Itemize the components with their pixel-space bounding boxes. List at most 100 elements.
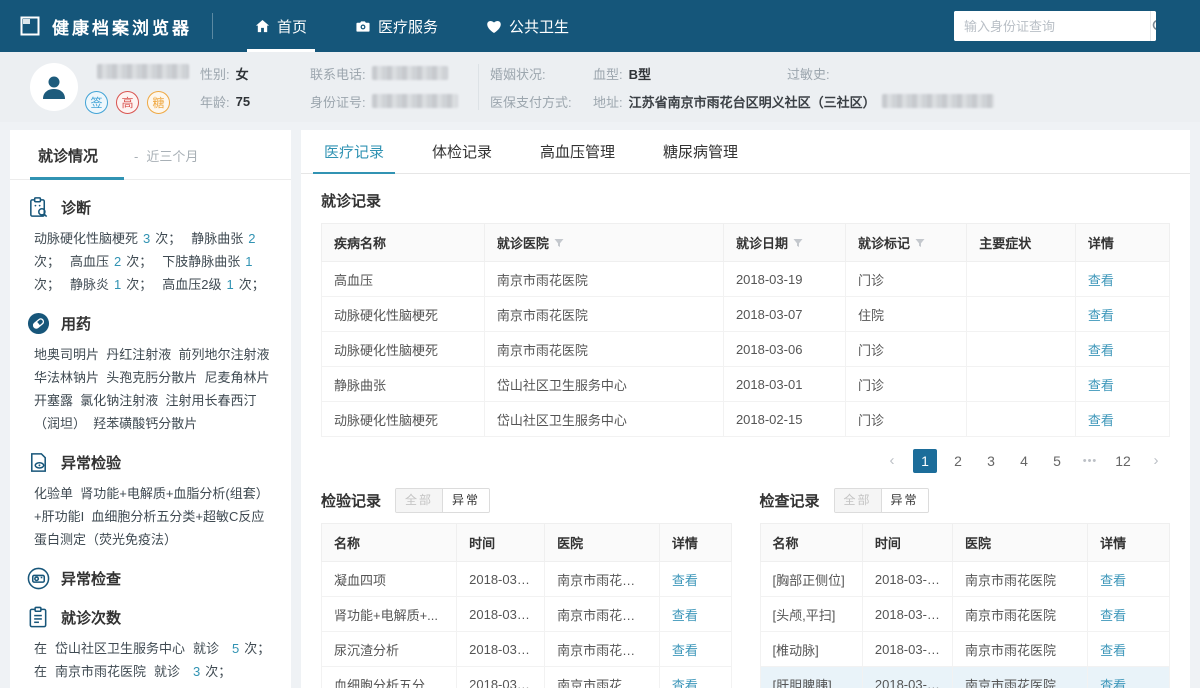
medication-summary: 地奥司明片 丹红注射液 前列地尔注射液 华法林钠片 头孢克肟分散片 尼麦角林片 … [34, 347, 277, 431]
filter-icon[interactable] [793, 238, 803, 248]
view-link[interactable]: 查看 [1100, 643, 1126, 658]
medication-icon [26, 311, 50, 335]
heart-icon [486, 19, 502, 34]
table-cell: 2018-03-08 [861, 666, 953, 688]
table-cell: [头颅,平扫] [759, 596, 863, 632]
diagnosis-suffix: 次； [126, 277, 153, 292]
view-link[interactable]: 查看 [1088, 413, 1114, 428]
table-cell: 查看 [1087, 596, 1170, 632]
nav-item-label: 医疗服务 [378, 18, 439, 36]
records-content: 就诊记录 疾病名称 就诊医院 就诊日期 就诊标记 主要症状 详情 高血压 南京市雨花医院 20… [301, 190, 1190, 688]
pagination-page-5[interactable]: 5 [1045, 449, 1069, 473]
search-box [954, 11, 1156, 41]
record-tabs: 医疗记录 体检记录 高血压管理 糖尿病管理 [301, 130, 1190, 174]
visit-count-icon [26, 605, 50, 629]
visit-overview-panel: 就诊情况 - 近三个月 诊断 动脉硬化性脑梗死 3 次； 静脉曲张 2 次； 高血压 2 次； 下肢静… [10, 130, 291, 688]
view-link[interactable]: 查看 [1088, 308, 1114, 323]
view-link[interactable]: 查看 [1088, 343, 1114, 358]
table-cell: 2018-03-19 [722, 261, 847, 297]
tab-diabetes-mgmt[interactable]: 糖尿病管理 [660, 130, 741, 173]
lab-filter-all[interactable]: 全部 [396, 489, 443, 512]
lab-records-table: 名称 时间 医院 详情 凝血四项 2018-03-07 南京市雨花医院 查看 肾功能+电解质+… [320, 523, 732, 688]
section-abnormal-exam: 异常检查 [10, 566, 291, 590]
exam-filter-all[interactable]: 全部 [834, 489, 881, 512]
lab-table-header: 名称 时间 医院 详情 [320, 523, 732, 562]
nav-item-public-health[interactable]: 公共卫生 [482, 0, 573, 52]
table-cell: 南京市雨花医院 [951, 561, 1089, 597]
table-row: [椎动脉] 2018-03-08 南京市雨花医院 查看 [759, 631, 1170, 667]
pagination-page-12[interactable]: 12 [1111, 449, 1135, 473]
table-cell: 查看 [1074, 366, 1171, 402]
table-cell: 查看 [1087, 666, 1170, 688]
view-link[interactable]: 查看 [1100, 573, 1126, 588]
table-cell: 2018-02-15 [722, 401, 847, 437]
medical-icon [355, 19, 371, 34]
section-visit-count: 就诊次数 在岱山社区卫生服务中心 就诊 5 次；在南京市雨花医院 就诊 3 次； [10, 605, 291, 683]
field-address: 地址: 江苏省南京市雨花台区明义社区（三社区） [593, 92, 994, 111]
tab-visit-overview[interactable]: 就诊情况 [30, 145, 125, 180]
view-link[interactable]: 查看 [672, 573, 698, 588]
table-cell [966, 296, 1076, 332]
filter-icon[interactable] [554, 238, 564, 248]
patient-info-bar: 签高糖 性别: 女 联系电话: 婚姻状况: 血型: B型 过敏史: 年龄: 75… [0, 52, 1200, 122]
table-row: 静脉曲张 岱山社区卫生服务中心 2018-03-01 门诊 查看 [321, 366, 1171, 402]
nav-item-home[interactable]: 首页 [246, 0, 316, 52]
bottom-sections: 检验记录 全部 异常 名称 时间 医院 详情 凝血四项 2018-03-07 南京市雨花医… [320, 486, 1171, 688]
nav-divider [212, 13, 213, 39]
view-link[interactable]: 查看 [672, 678, 698, 688]
pagination-page-1[interactable]: 1 [913, 449, 937, 473]
table-cell: 南京市雨花医院 [483, 261, 724, 297]
table-cell: 岱山社区卫生服务中心 [483, 401, 724, 437]
view-link[interactable]: 查看 [1100, 678, 1126, 688]
exam-filter-abnormal[interactable]: 异常 [880, 489, 928, 512]
diagnosis-item: 高血压 2 次； [70, 254, 152, 269]
pagination-page-2[interactable]: 2 [946, 449, 970, 473]
table-cell: 查看 [658, 561, 732, 597]
view-link[interactable]: 查看 [672, 608, 698, 623]
table-cell: 2018-03-08 [861, 596, 953, 632]
diagnosis-count: 3 [143, 231, 151, 246]
table-cell: 2018-03-07 [456, 561, 546, 597]
lab-filter-abnormal[interactable]: 异常 [442, 489, 490, 512]
visit-count-number: 5 [232, 641, 240, 656]
table-cell: 南京市雨花医院 [544, 631, 660, 667]
patient-fields-row-1: 性别: 女 联系电话: 婚姻状况: 血型: B型 过敏史: [200, 64, 1184, 83]
table-row: 动脉硬化性脑梗死 南京市雨花医院 2018-03-06 门诊 查看 [321, 331, 1171, 367]
section-title-abnormal-exam: 异常检查 [61, 570, 122, 588]
table-cell: 南京市雨花医院 [951, 596, 1089, 632]
exam-records-table: 名称 时间 医院 详情 [胸部正侧位] 2018-03-08 南京市雨花医院 查看 [头颅,平… [759, 523, 1171, 688]
pagination-prev[interactable]: ‹ [880, 449, 904, 473]
tab-hypertension-mgmt[interactable]: 高血压管理 [537, 130, 618, 173]
visit-count-number: 3 [193, 664, 201, 679]
table-cell: [胸部正侧位] [759, 561, 863, 597]
table-cell [966, 261, 1076, 297]
table-row: 尿沉渣分析 2018-03-07 南京市雨花医院 查看 [320, 631, 732, 667]
pagination-ellipsis[interactable]: ••• [1078, 449, 1102, 473]
tab-physical-exam-records[interactable]: 体检记录 [429, 130, 495, 173]
pagination-page-3[interactable]: 3 [979, 449, 1003, 473]
search-icon [1152, 20, 1156, 30]
view-link[interactable]: 查看 [1088, 378, 1114, 393]
view-link[interactable]: 查看 [1100, 608, 1126, 623]
search-button[interactable] [1150, 11, 1156, 41]
column-label: 就诊标记 [858, 236, 911, 251]
pagination-page-4[interactable]: 4 [1012, 449, 1036, 473]
redacted-id-number [371, 94, 458, 108]
search-input[interactable] [954, 11, 1150, 41]
tab-medical-records[interactable]: 医疗记录 [312, 130, 396, 174]
table-cell: 南京市雨花医院 [483, 296, 724, 332]
field-id-number: 身份证号: [310, 92, 490, 111]
view-link[interactable]: 查看 [1088, 273, 1114, 288]
diagnosis-summary: 动脉硬化性脑梗死 3 次； 静脉曲张 2次； 高血压 2 次； 下肢静脉曲张 1次； 静脉炎 1 次；高… [34, 227, 275, 296]
pagination-next[interactable]: › [1144, 449, 1168, 473]
view-link[interactable]: 查看 [672, 643, 698, 658]
nav-item-medical-services[interactable]: 医疗服务 [351, 0, 442, 52]
diagnosis-name: 动脉硬化性脑梗死 [34, 231, 139, 246]
diagnosis-name: 静脉曲张 [191, 231, 244, 246]
column-header: 时间 [456, 523, 546, 562]
table-cell: 门诊 [845, 401, 968, 437]
table-cell: 南京市雨花医院 [544, 561, 660, 597]
filter-icon[interactable] [915, 238, 925, 248]
field-marital-status: 婚姻状况: [490, 66, 546, 82]
table-row: 动脉硬化性脑梗死 岱山社区卫生服务中心 2018-02-15 门诊 查看 [321, 401, 1171, 437]
